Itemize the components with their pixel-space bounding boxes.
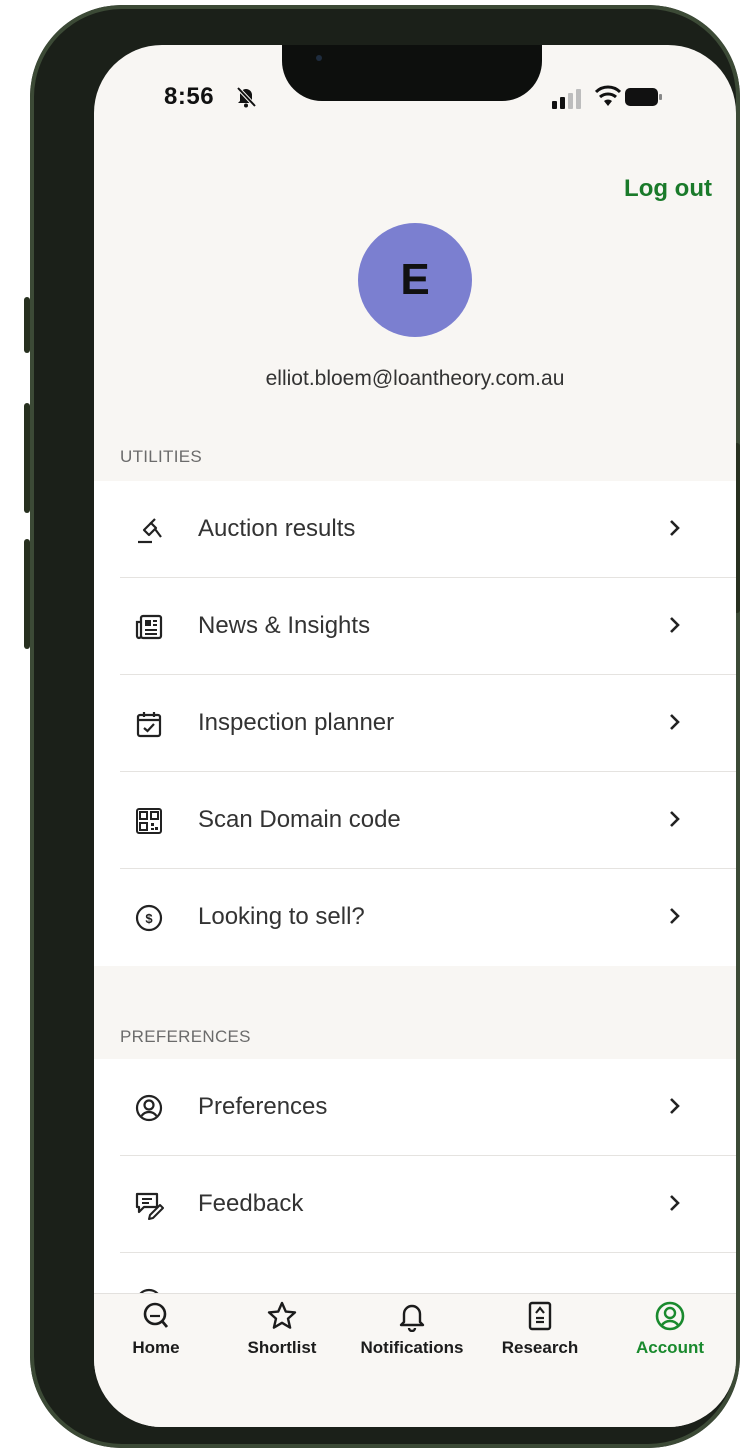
menu-item-news-insights[interactable]: News & Insights <box>94 578 736 675</box>
newspaper-icon <box>135 614 163 640</box>
chevron-right-icon <box>670 520 680 536</box>
account-icon <box>655 1301 685 1331</box>
tab-bar: Home Shortlist Notifications Research Ac… <box>94 1293 736 1427</box>
calendar-check-icon <box>136 712 162 738</box>
avatar-initial: E <box>400 255 430 304</box>
battery-icon <box>625 88 662 106</box>
signal-icon <box>552 89 581 109</box>
tab-label: Account <box>636 1338 704 1357</box>
section-title-preferences: PREFERENCES <box>120 1027 251 1046</box>
menu-item-feedback[interactable]: Feedback <box>94 1156 736 1253</box>
volume-up-button <box>24 403 30 513</box>
gavel-icon <box>138 518 162 544</box>
chevron-right-icon <box>670 617 680 633</box>
menu-item-label: News & Insights <box>198 612 371 639</box>
menu-item-label: Preferences <box>198 1093 328 1120</box>
dollar-circle-icon: $ <box>135 904 163 932</box>
menu-item-label: Auction results <box>198 515 356 542</box>
tab-research[interactable]: Research <box>480 1300 600 1358</box>
wifi-icon <box>595 85 621 106</box>
logout-button[interactable]: Log out <box>624 175 712 203</box>
research-icon <box>528 1301 552 1331</box>
search-icon <box>143 1302 169 1328</box>
bell-icon <box>399 1304 425 1332</box>
chevron-right-icon <box>670 714 680 730</box>
user-circle-icon <box>135 1094 163 1122</box>
menu-item-label: Scan Domain code <box>198 806 401 833</box>
svg-text:$: $ <box>145 911 153 926</box>
silent-switch <box>24 297 30 353</box>
tab-account[interactable]: Account <box>610 1300 730 1358</box>
feedback-icon <box>135 1192 164 1220</box>
account-email: elliot.bloem@loantheory.com.au <box>265 367 565 390</box>
tab-shortlist[interactable]: Shortlist <box>222 1300 342 1358</box>
star-icon <box>267 1301 297 1329</box>
status-time: 8:56 <box>164 83 215 110</box>
utilities-list: Auction results News & Insights Inspecti… <box>94 481 736 966</box>
chevron-right-icon <box>670 811 680 827</box>
tab-notifications[interactable]: Notifications <box>352 1300 472 1358</box>
tab-label: Shortlist <box>247 1338 317 1357</box>
notch <box>282 45 542 101</box>
phone-frame: 8:56 Log out E elliot.bloem@loantheory.c… <box>24 5 740 1448</box>
chevron-right-icon <box>670 1195 680 1211</box>
screen: 8:56 Log out E elliot.bloem@loantheory.c… <box>94 45 736 1427</box>
menu-item-looking-to-sell[interactable]: $ Looking to sell? <box>94 869 736 966</box>
tab-label: Research <box>501 1338 579 1357</box>
menu-item-auction-results[interactable]: Auction results <box>94 481 736 578</box>
menu-item-inspection-planner[interactable]: Inspection planner <box>94 675 736 772</box>
volume-down-button <box>24 539 30 649</box>
chevron-right-icon <box>670 1098 680 1114</box>
menu-item-preferences[interactable]: Preferences <box>94 1059 736 1156</box>
chevron-right-icon <box>670 908 680 924</box>
front-camera <box>316 55 322 61</box>
silent-bell-icon <box>236 86 257 108</box>
tab-home[interactable]: Home <box>96 1300 216 1358</box>
avatar: E <box>358 223 472 337</box>
tab-label: Notifications <box>360 1338 464 1357</box>
menu-item-label: Looking to sell? <box>198 903 365 930</box>
qr-code-icon <box>136 808 162 834</box>
tab-label: Home <box>132 1338 180 1357</box>
menu-item-scan-domain-code[interactable]: Scan Domain code <box>94 772 736 869</box>
section-title-utilities: UTILITIES <box>120 447 203 466</box>
menu-item-label: Feedback <box>198 1190 304 1217</box>
menu-item-label: Inspection planner <box>198 709 395 736</box>
